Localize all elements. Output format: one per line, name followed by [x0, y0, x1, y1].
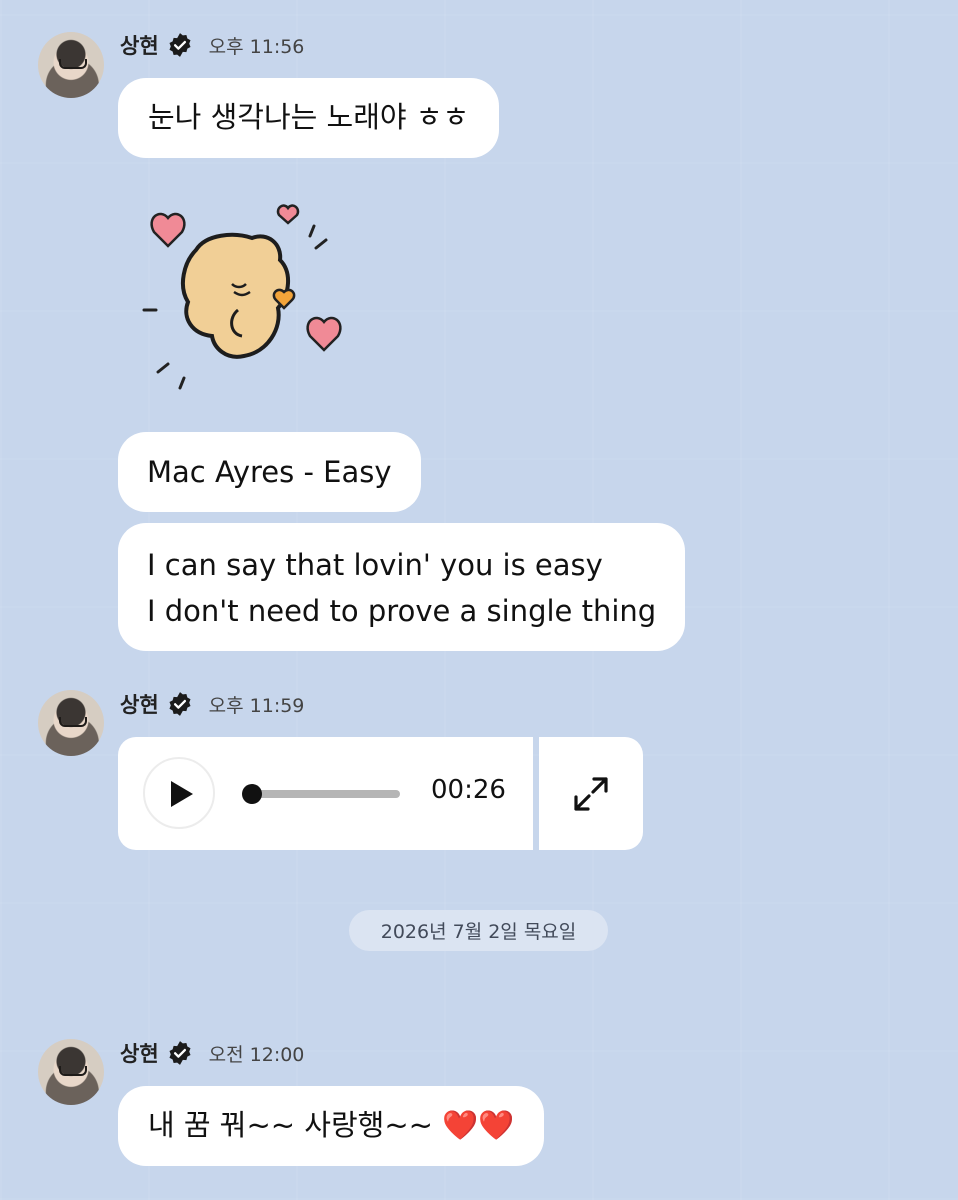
message-text-line: I can say that lovin' you is easy — [147, 548, 603, 582]
message-bubble[interactable]: Mac Ayres - Easy — [118, 432, 421, 512]
expand-icon — [574, 777, 608, 811]
message-text: Mac Ayres - Easy — [147, 455, 392, 489]
message-time: 오후 11:59 — [208, 694, 305, 717]
audio-duration: 00:26 — [431, 775, 506, 805]
message-bubble[interactable]: 내 꿈 꿔~~ 사랑행~~ ❤️❤️ — [118, 1086, 545, 1166]
play-icon — [171, 781, 193, 807]
message-header: 상현 오전 12:00 — [120, 1038, 304, 1068]
message-header: 상현 오후 11:59 — [120, 689, 304, 719]
message-bubble[interactable]: 눈나 생각나는 노래야 ㅎㅎ — [118, 78, 500, 158]
message-time: 오전 12:00 — [208, 1043, 305, 1066]
message-header: 상현 오후 11:56 — [120, 30, 304, 60]
avatar[interactable] — [38, 1039, 104, 1105]
sender-name[interactable]: 상현 — [120, 1038, 159, 1068]
voice-message-player: 00:26 — [118, 737, 533, 850]
message-text: 눈나 생각나는 노래야 ㅎㅎ — [148, 100, 470, 134]
expand-button[interactable] — [539, 737, 643, 850]
message-time: 오후 11:56 — [208, 35, 305, 58]
verified-badge-icon — [169, 1041, 191, 1065]
avatar[interactable] — [38, 32, 104, 98]
sender-name[interactable]: 상현 — [120, 689, 159, 719]
audio-progress-track[interactable] — [248, 790, 400, 798]
play-button[interactable] — [143, 757, 215, 829]
sticker-image[interactable] — [138, 200, 353, 400]
sender-name[interactable]: 상현 — [120, 30, 159, 60]
date-divider-text: 2026년 7월 2일 목요일 — [380, 921, 577, 943]
message-text-line: I don't need to prove a single thing — [147, 594, 657, 628]
verified-badge-icon — [169, 33, 191, 57]
audio-progress-handle[interactable] — [242, 784, 262, 804]
avatar[interactable] — [38, 690, 104, 756]
message-bubble[interactable]: I can say that lovin' you is easy I don'… — [118, 523, 686, 651]
date-divider: 2026년 7월 2일 목요일 — [349, 910, 608, 951]
message-text: 내 꿈 꿔~~ 사랑행~~ ❤️❤️ — [148, 1108, 515, 1142]
verified-badge-icon — [169, 692, 191, 716]
